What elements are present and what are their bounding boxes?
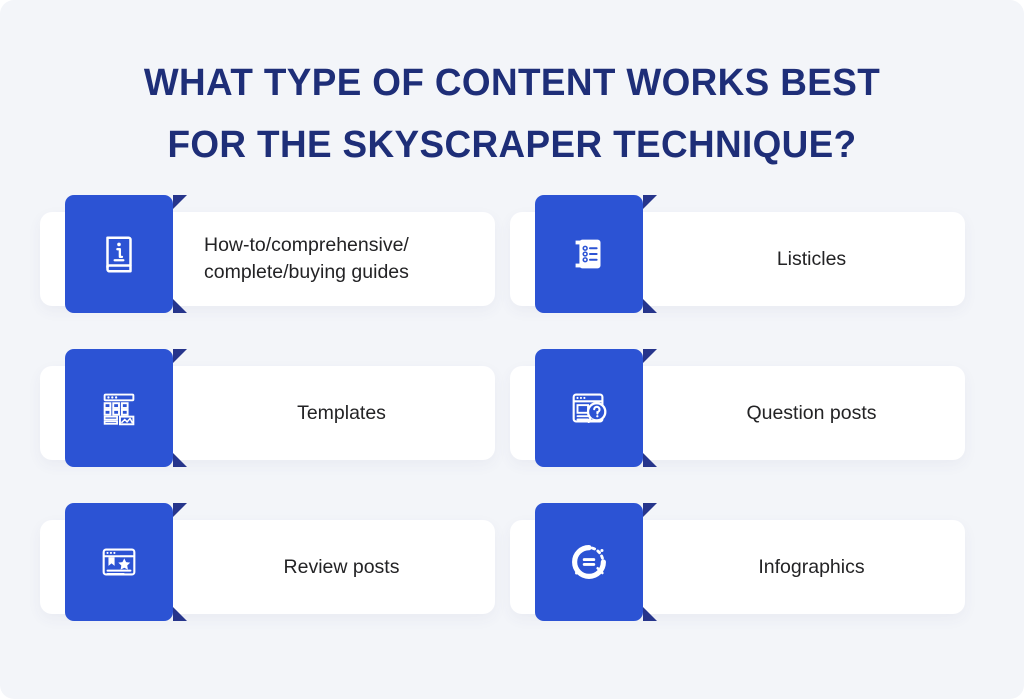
content-type-card-guides[interactable]: How-to/comprehensive/ complete/buying gu… — [40, 195, 495, 337]
content-type-card-listicles[interactable]: Listicles — [510, 195, 965, 337]
card-label: Infographics — [758, 555, 865, 578]
content-type-card-infographics[interactable]: Infographics — [510, 503, 965, 645]
card-label: How-to/comprehensive/ complete/buying gu… — [204, 234, 409, 283]
page-title-line-1: WHAT TYPE OF CONTENT WORKS BEST — [143, 62, 881, 104]
ribbon-fold-bottom-icon — [643, 607, 657, 621]
grid-row: How-to/comprehensive/ complete/buying gu… — [0, 195, 1024, 349]
card-icon-tile — [535, 503, 643, 621]
card-label: Question posts — [746, 401, 877, 424]
card-label: Listicles — [776, 247, 847, 270]
card-icon-tile — [65, 503, 173, 621]
ribbon-fold-top-icon — [643, 349, 657, 363]
book-info-icon — [96, 231, 142, 277]
browser-star-bookmark-icon — [96, 539, 142, 585]
card-icon-tile — [535, 349, 643, 467]
layout-grid-icon — [96, 385, 142, 431]
ribbon-fold-bottom-icon — [173, 299, 187, 313]
ribbon-fold-top-icon — [643, 195, 657, 209]
ribbon-fold-top-icon — [643, 503, 657, 517]
grid-row: Review posts Infographics — [0, 503, 1024, 657]
card-icon-tile — [65, 349, 173, 467]
content-type-card-review-posts[interactable]: Review posts — [40, 503, 495, 645]
ribbon-fold-bottom-icon — [173, 607, 187, 621]
card-icon-tile — [65, 195, 173, 313]
ribbon-fold-bottom-icon — [173, 453, 187, 467]
content-type-card-question-posts[interactable]: Question posts — [510, 349, 965, 491]
browser-question-bubble-icon — [566, 385, 612, 431]
content-type-card-templates[interactable]: Templates — [40, 349, 495, 491]
infographic-canvas: WHAT TYPE OF CONTENT WORKS BEST FOR THE … — [0, 0, 1024, 699]
grid-row: Templates Question posts — [0, 349, 1024, 503]
ribbon-fold-bottom-icon — [643, 453, 657, 467]
ribbon-fold-top-icon — [173, 349, 187, 363]
page-title-line-2: FOR THE SKYSCRAPER TECHNIQUE? — [167, 124, 857, 166]
checklist-document-icon — [566, 231, 612, 277]
donut-chart-icon — [566, 539, 612, 585]
card-label: Templates — [297, 401, 386, 424]
ribbon-fold-top-icon — [173, 195, 187, 209]
card-label: Review posts — [283, 555, 400, 578]
content-type-grid: How-to/comprehensive/ complete/buying gu… — [0, 195, 1024, 657]
page-title: WHAT TYPE OF CONTENT WORKS BEST FOR THE … — [0, 52, 1024, 176]
ribbon-fold-top-icon — [173, 503, 187, 517]
ribbon-fold-bottom-icon — [643, 299, 657, 313]
card-icon-tile — [535, 195, 643, 313]
